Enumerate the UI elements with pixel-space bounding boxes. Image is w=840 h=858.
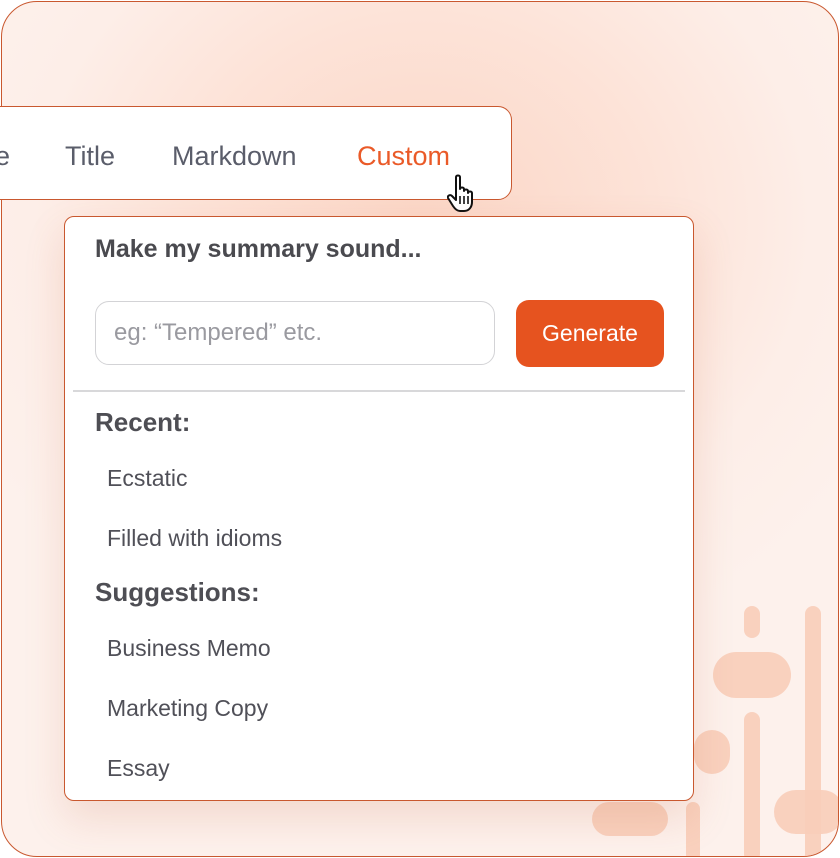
decorative-shape xyxy=(694,730,730,774)
decorative-shape xyxy=(592,802,668,836)
decorative-shape xyxy=(686,802,700,856)
tab-partial[interactable]: e xyxy=(0,107,10,201)
format-tab-bar: e Title Markdown Custom xyxy=(0,106,512,200)
recent-item-idioms[interactable]: Filled with idioms xyxy=(107,525,282,552)
tab-custom[interactable]: Custom xyxy=(357,107,450,201)
suggestion-item-essay[interactable]: Essay xyxy=(107,755,170,782)
custom-tone-dropdown: Make my summary sound... Generate Recent… xyxy=(64,216,694,801)
dropdown-title: Make my summary sound... xyxy=(95,235,422,263)
divider xyxy=(73,390,685,392)
recent-heading: Recent: xyxy=(95,407,191,437)
tone-input[interactable] xyxy=(95,301,495,365)
decorative-shape xyxy=(744,606,760,638)
recent-item-ecstatic[interactable]: Ecstatic xyxy=(107,465,188,492)
suggestion-item-business-memo[interactable]: Business Memo xyxy=(107,635,271,662)
decorative-shape xyxy=(774,790,838,834)
decorative-shape xyxy=(744,712,760,856)
tab-markdown[interactable]: Markdown xyxy=(172,107,297,201)
tab-title[interactable]: Title xyxy=(65,107,115,201)
generate-button[interactable]: Generate xyxy=(516,300,664,367)
hand-pointer-cursor-icon xyxy=(447,174,473,212)
decorative-shape xyxy=(713,652,791,698)
suggestions-heading: Suggestions: xyxy=(95,577,260,607)
suggestion-item-marketing-copy[interactable]: Marketing Copy xyxy=(107,695,268,722)
